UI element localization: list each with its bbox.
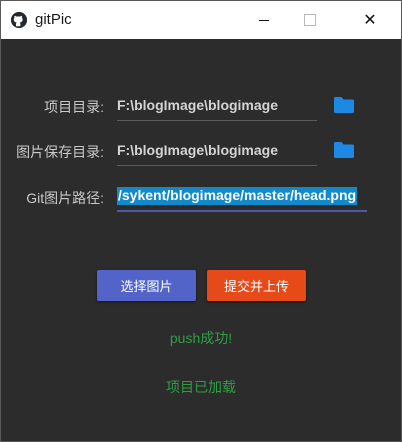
submit-upload-button[interactable]: 提交并上传 bbox=[207, 270, 306, 301]
app-window: gitPic ✕ 项目目录: F:\blogImage\blogimage 图片… bbox=[0, 0, 402, 442]
window-title: gitPic bbox=[35, 11, 72, 28]
save-dir-underline bbox=[117, 165, 317, 166]
minimize-icon bbox=[259, 19, 269, 21]
save-dir-field[interactable]: F:\blogImage\blogimage bbox=[117, 142, 317, 158]
git-path-underline bbox=[117, 210, 367, 212]
maximize-icon bbox=[304, 14, 316, 26]
close-button[interactable]: ✕ bbox=[347, 1, 393, 39]
project-status-text: 项目已加载 bbox=[166, 379, 236, 395]
project-dir-label: 项目目录: bbox=[44, 99, 104, 115]
minimize-button[interactable] bbox=[241, 1, 287, 39]
maximize-button[interactable] bbox=[287, 1, 333, 39]
select-image-button[interactable]: 选择图片 bbox=[97, 270, 196, 301]
git-path-input[interactable]: /sykent/blogimage/master/head.png bbox=[117, 187, 367, 207]
project-dir-underline bbox=[117, 120, 317, 121]
main-content: 项目目录: F:\blogImage\blogimage 图片保存目录: F:\… bbox=[1, 39, 401, 441]
git-path-label: Git图片路径: bbox=[26, 190, 104, 206]
save-dir-label: 图片保存目录: bbox=[16, 144, 104, 160]
git-path-selected-text: /sykent/blogimage/master/head.png bbox=[117, 187, 358, 205]
github-icon bbox=[11, 12, 27, 28]
folder-icon[interactable] bbox=[333, 141, 355, 159]
project-dir-field[interactable]: F:\blogImage\blogimage bbox=[117, 97, 317, 113]
close-icon: ✕ bbox=[363, 12, 377, 29]
push-status-text: push成功! bbox=[169, 330, 233, 346]
title-bar: gitPic ✕ bbox=[1, 1, 401, 39]
folder-icon[interactable] bbox=[333, 96, 355, 114]
